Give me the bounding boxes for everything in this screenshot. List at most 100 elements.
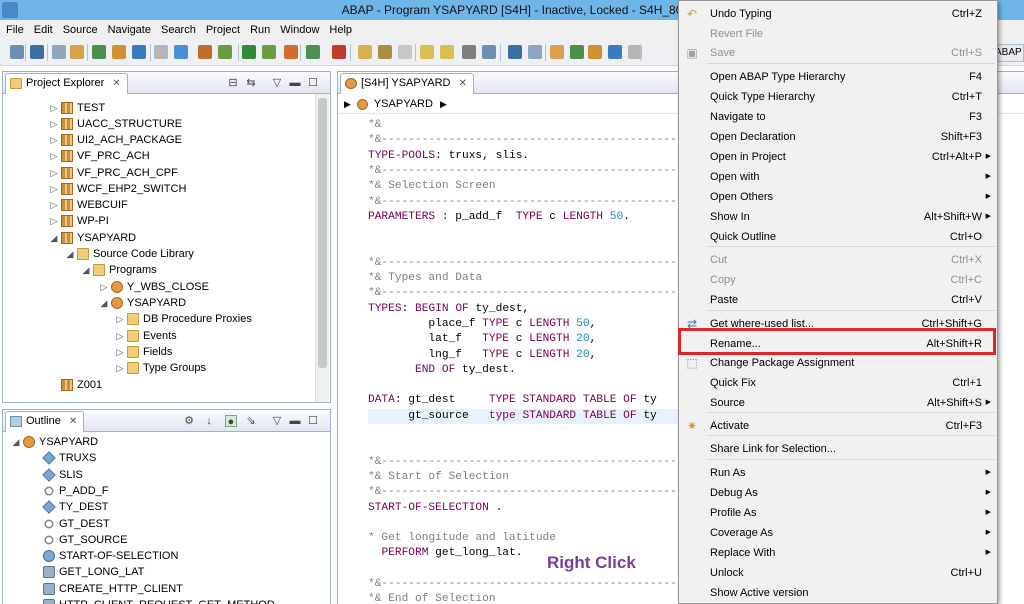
toolbar-button-icon[interactable]	[52, 45, 66, 59]
menu-search[interactable]: Search	[155, 20, 200, 40]
toolbar-button-icon[interactable]	[132, 45, 146, 59]
menu-item-rename[interactable]: Rename... Alt+Shift+R	[679, 334, 997, 354]
outline-item[interactable]: HTTP_CLIENT_REQUEST_GET_METHOD	[31, 597, 275, 604]
menu-window[interactable]: Window	[274, 20, 323, 40]
collapse-arrow-icon[interactable]: ◢	[49, 230, 59, 246]
toolbar-button-icon[interactable]	[70, 45, 84, 59]
expand-arrow-icon[interactable]: ▷	[115, 328, 125, 344]
code-line[interactable]: place_f TYPE c LENGTH 50,	[368, 317, 596, 332]
menu-item-open-in-project[interactable]: Open in Project Ctrl+Alt+P ▶	[679, 147, 997, 167]
tree-item[interactable]: ◢ YSAPYARD	[99, 295, 186, 311]
menu-item-show-active-version[interactable]: Show Active version	[679, 583, 997, 603]
minimize-icon[interactable]: ▬	[289, 415, 301, 427]
outline-item[interactable]: SLIS	[31, 467, 83, 483]
menu-edit[interactable]: Edit	[28, 20, 57, 40]
code-line[interactable]: PERFORM get_long_lat.	[368, 546, 522, 561]
menu-file[interactable]: File	[0, 20, 28, 40]
menu-item-open-abap-type-hierarchy[interactable]: Open ABAP Type Hierarchy F4	[679, 67, 997, 87]
tree-item[interactable]: ▷ Events	[115, 328, 177, 344]
collapse-all-icon[interactable]: ⊟	[227, 77, 239, 89]
menu-item-paste[interactable]: Paste Ctrl+V	[679, 290, 997, 310]
tree-item[interactable]: ◢ Source Code Library	[65, 246, 194, 262]
collapse-arrow-icon[interactable]: ◢	[99, 295, 109, 311]
maximize-icon[interactable]: ☐	[307, 77, 319, 89]
tree-item[interactable]: ▷ WEBCUIF	[49, 197, 128, 213]
outline-item[interactable]: P_ADD_F	[31, 483, 109, 499]
view-menu-icon[interactable]: ▽	[271, 77, 283, 89]
toolbar-button-icon[interactable]	[112, 45, 126, 59]
expand-arrow-icon[interactable]: ▷	[115, 311, 125, 327]
scrollbar-thumb[interactable]	[318, 98, 327, 368]
tree-item[interactable]: ▷ Type Groups	[115, 360, 206, 376]
expand-arrow-icon[interactable]: ▷	[49, 181, 59, 197]
menu-item-unlock[interactable]: Unlock Ctrl+U	[679, 563, 997, 583]
menu-source[interactable]: Source	[57, 20, 102, 40]
expand-arrow-icon[interactable]: ▷	[49, 197, 59, 213]
sort-alphabetically-icon[interactable]: ↓	[203, 415, 215, 427]
tree-item[interactable]: ▷ WP-PI	[49, 213, 109, 229]
toolbar-button-icon[interactable]	[398, 45, 412, 59]
toolbar-button-icon[interactable]	[92, 45, 106, 59]
menu-item-debug-as[interactable]: Debug As ▶	[679, 483, 997, 503]
code-line[interactable]: START-OF-SELECTION .	[368, 501, 502, 516]
expand-arrow-icon[interactable]: ▷	[49, 132, 59, 148]
collapse-arrow-icon[interactable]: ◢	[81, 262, 91, 278]
code-line[interactable]: PARAMETERS : p_add_f TYPE c LENGTH 50.	[368, 210, 630, 225]
menu-item-run-as[interactable]: Run As ▶	[679, 463, 997, 483]
menu-item-navigate-to[interactable]: Navigate to F3	[679, 107, 997, 127]
code-line[interactable]: *& Selection Screen	[368, 179, 496, 194]
toolbar-button-icon[interactable]	[420, 45, 434, 59]
code-line[interactable]: *& End of Selection	[368, 592, 496, 604]
menu-item-quick-type-hierarchy[interactable]: Quick Type Hierarchy Ctrl+T	[679, 87, 997, 107]
tree-item[interactable]: ▷ WCF_EHP2_SWITCH	[49, 181, 186, 197]
toolbar-button-icon[interactable]	[528, 45, 542, 59]
menu-item-quick-fix[interactable]: Quick Fix Ctrl+1	[679, 373, 997, 393]
outline-item[interactable]: START-OF-SELECTION	[31, 548, 178, 564]
link-outline-icon[interactable]: ⇘	[245, 415, 257, 427]
expand-arrow-icon[interactable]: ▷	[99, 279, 109, 295]
collapse-arrow-icon[interactable]: ◢	[65, 246, 75, 262]
outline-item[interactable]: GT_SOURCE	[31, 532, 127, 548]
code-line[interactable]: *&	[368, 118, 381, 133]
code-line[interactable]: DATA: gt_dest TYPE STANDARD TABLE OF ty	[368, 393, 657, 408]
project-explorer-tab[interactable]: Project Explorer ✕	[5, 73, 128, 94]
toolbar-button-icon[interactable]	[440, 45, 454, 59]
menu-item-activate[interactable]: ✷ Activate Ctrl+F3	[679, 416, 997, 436]
outline-item[interactable]: CREATE_HTTP_CLIENT	[31, 581, 183, 597]
code-line[interactable]: END OF ty_dest.	[368, 363, 516, 378]
tree-item[interactable]: ▷ UACC_STRUCTURE	[49, 116, 182, 132]
menu-item-profile-as[interactable]: Profile As ▶	[679, 503, 997, 523]
toolbar-button-icon[interactable]	[218, 45, 232, 59]
toolbar-button-icon[interactable]	[378, 45, 392, 59]
menu-item-open-others[interactable]: Open Others ▶	[679, 187, 997, 207]
code-line[interactable]: *& Start of Selection	[368, 470, 509, 485]
expand-arrow-icon[interactable]: ▷	[115, 360, 125, 376]
collapse-arrow-icon[interactable]: ◢	[11, 434, 21, 450]
menu-navigate[interactable]: Navigate	[102, 20, 155, 40]
toolbar-button-icon[interactable]	[550, 45, 564, 59]
minimize-icon[interactable]: ▬	[289, 77, 301, 89]
outline-tab[interactable]: Outline ✕	[5, 411, 85, 432]
tree-item[interactable]: ▷ UI2_ACH_PACKAGE	[49, 132, 182, 148]
outline-item[interactable]: ◢ YSAPYARD	[11, 434, 98, 450]
toolbar-button-icon[interactable]	[608, 45, 622, 59]
tree-item[interactable]: ▷ VF_PRC_ACH	[49, 148, 150, 164]
toolbar-button-icon[interactable]	[262, 45, 276, 59]
outline-item[interactable]: GT_DEST	[31, 516, 110, 532]
toolbar-button-icon[interactable]	[242, 45, 256, 59]
code-line[interactable]: lat_f TYPE c LENGTH 20,	[368, 332, 596, 347]
expand-arrow-icon[interactable]: ▷	[49, 116, 59, 132]
tree-item[interactable]: ▷ Fields	[115, 344, 172, 360]
code-line[interactable]: *& Types and Data	[368, 271, 482, 286]
menu-item-open-with[interactable]: Open with ▶	[679, 167, 997, 187]
tree-item[interactable]: ▷ TEST	[49, 100, 105, 116]
toolbar-button-icon[interactable]	[198, 45, 212, 59]
menu-item-quick-outline[interactable]: Quick Outline Ctrl+O	[679, 227, 997, 247]
menu-item-show-in[interactable]: Show In Alt+Shift+W ▶	[679, 207, 997, 227]
toolbar-button-icon[interactable]	[588, 45, 602, 59]
menu-item-change-package-assignment[interactable]: ⬚ Change Package Assignment	[679, 353, 997, 373]
toolbar-button-icon[interactable]	[30, 45, 44, 59]
code-line[interactable]: * Get longitude and latitude	[368, 531, 556, 546]
toolbar-button-icon[interactable]	[462, 45, 476, 59]
filter-fields-icon[interactable]: ●	[225, 415, 237, 428]
